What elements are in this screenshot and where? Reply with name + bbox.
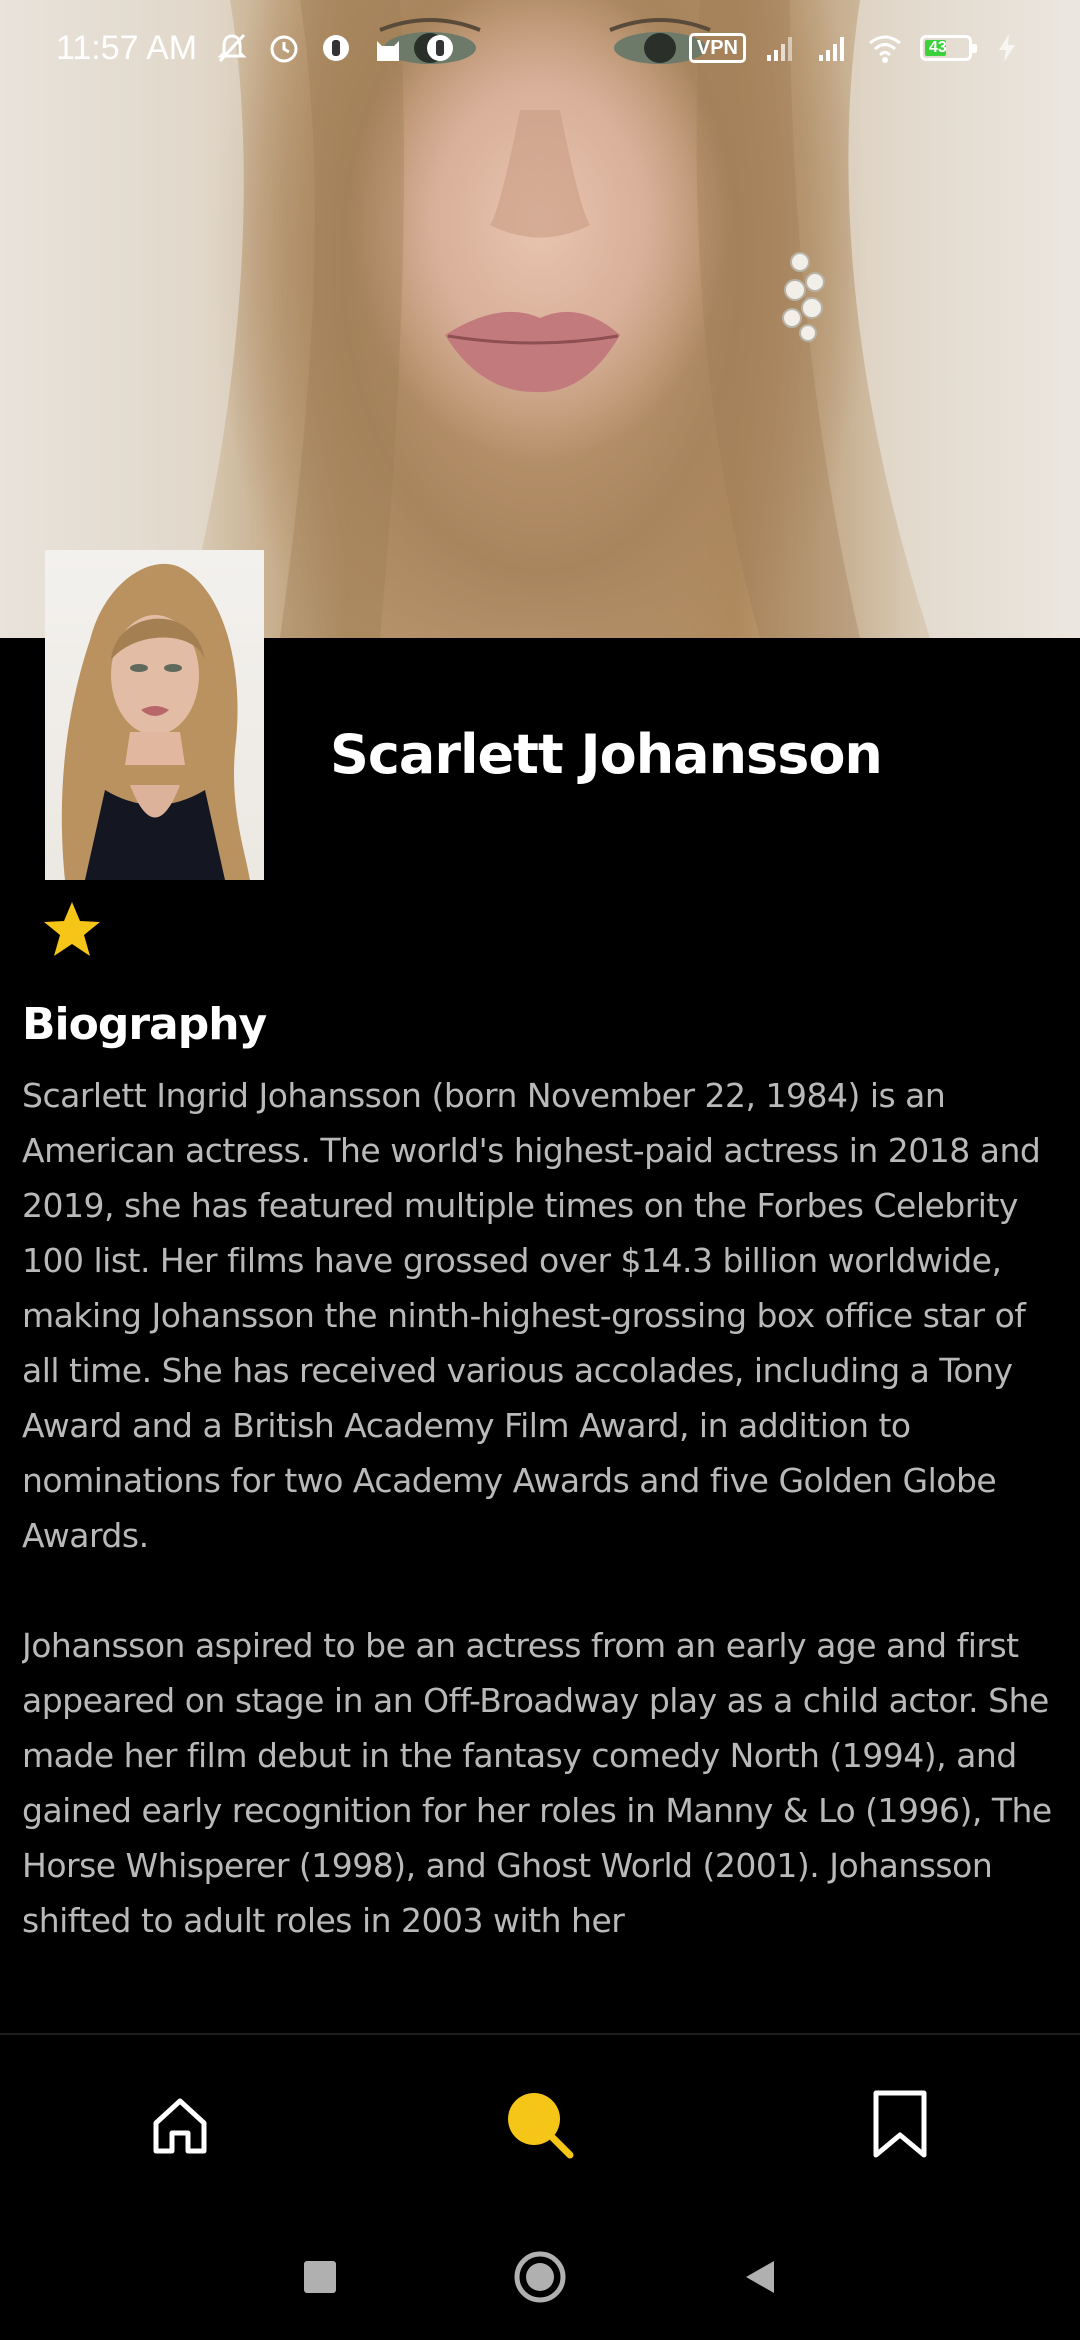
home-icon	[153, 2098, 207, 2154]
vpn-badge: VPN	[688, 33, 746, 63]
person-name: Scarlett Johansson	[330, 723, 883, 786]
charging-icon	[999, 34, 1015, 62]
mute-bell-icon	[217, 33, 247, 63]
profile-photo-graphic	[61, 563, 250, 880]
biography-paragraph: Scarlett Ingrid Johansson (born November…	[22, 1076, 1041, 1555]
signal-icon	[767, 37, 792, 61]
system-home-button[interactable]	[505, 2242, 575, 2312]
status-bar: 11:57 AM VPN 43	[0, 0, 1080, 96]
nav-home-button[interactable]	[120, 2065, 240, 2185]
biography-heading: Biography	[22, 999, 267, 1050]
profile-poster	[45, 550, 264, 880]
app-icon	[323, 35, 350, 61]
search-icon	[508, 2093, 574, 2159]
star-icon[interactable]	[40, 898, 104, 962]
system-back-button[interactable]	[725, 2242, 795, 2312]
battery-level: 43	[929, 39, 947, 56]
back-icon	[746, 2260, 774, 2293]
system-nav-bar	[0, 2213, 1080, 2340]
bottom-nav	[0, 2033, 1080, 2215]
signal-icon	[819, 37, 844, 61]
cat-icon	[377, 41, 400, 61]
status-time: 11:57 AM	[56, 28, 198, 67]
biography-text: Scarlett Ingrid Johansson (born November…	[22, 1068, 1062, 2033]
recents-icon	[304, 2260, 336, 2293]
home-circle-icon	[514, 2251, 566, 2302]
battery-icon: 43	[920, 35, 977, 61]
biography-paragraph: Johansson aspired to be an actress from …	[22, 1626, 1052, 1940]
alarm-icon	[270, 35, 298, 63]
wifi-icon	[869, 35, 901, 63]
recents-button[interactable]	[285, 2242, 355, 2312]
bookmark-icon	[873, 2090, 927, 2158]
nav-bookmark-button[interactable]	[840, 2065, 960, 2185]
app-icon	[427, 35, 454, 61]
nav-search-button[interactable]	[480, 2065, 600, 2185]
